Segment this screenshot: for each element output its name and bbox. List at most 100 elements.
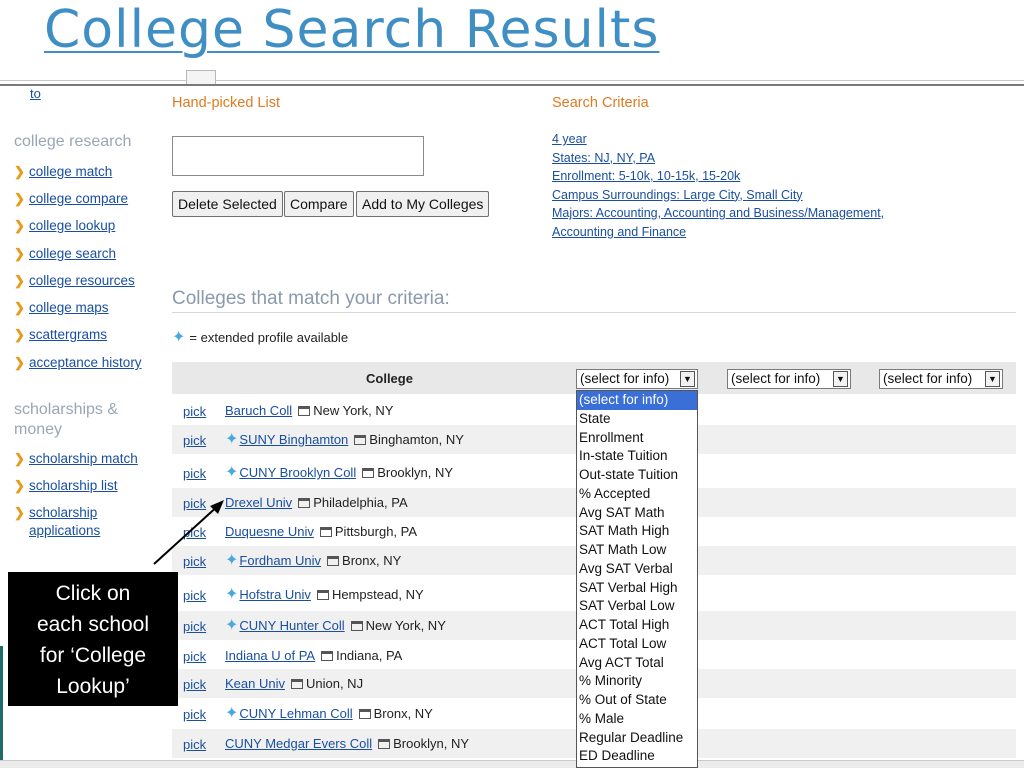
dropdown-option[interactable]: SAT Verbal High: [577, 579, 697, 598]
sidebar-item-label[interactable]: scholarship match: [29, 450, 138, 468]
pick-link[interactable]: pick: [183, 588, 206, 603]
sidebar-item-label[interactable]: college search: [29, 245, 116, 263]
sidebar-item-label[interactable]: college resources: [29, 272, 135, 290]
window-icon[interactable]: [321, 650, 334, 661]
dropdown-option[interactable]: In-state Tuition: [577, 447, 697, 466]
criteria-link-majors[interactable]: Majors: Accounting, Accounting and Busin…: [552, 204, 884, 223]
dropdown-option[interactable]: Avg SAT Verbal: [577, 560, 697, 579]
window-icon[interactable]: [358, 708, 371, 719]
sidebar-item-scholarship-match[interactable]: ❯ scholarship match: [14, 450, 138, 470]
dropdown-option[interactable]: (select for info): [577, 391, 697, 410]
college-name-link[interactable]: CUNY Hunter Coll: [239, 618, 344, 633]
dropdown-option[interactable]: % Minority: [577, 672, 697, 691]
dropdown-option[interactable]: Enrollment: [577, 429, 697, 448]
sidebar-item-label[interactable]: scattergrams: [29, 326, 107, 344]
dropdown-option[interactable]: SAT Verbal Low: [577, 597, 697, 616]
add-to-my-colleges-button[interactable]: Add to My Colleges: [356, 191, 490, 217]
pick-link[interactable]: pick: [183, 466, 206, 481]
college-name-link[interactable]: SUNY Binghamton: [239, 432, 348, 447]
sidebar-item-scholarship-list[interactable]: ❯ scholarship list: [14, 477, 118, 497]
window-icon[interactable]: [316, 589, 329, 600]
college-location: Bronx, NY: [342, 553, 402, 568]
pick-link[interactable]: pick: [183, 433, 206, 448]
info-select-2[interactable]: (select for info) ▼: [727, 369, 851, 389]
info-select-dropdown-list[interactable]: (select for info) State Enrollment In-state…: [576, 390, 698, 768]
info-select-1[interactable]: (select for info) ▼: [576, 369, 698, 389]
triangle-down-icon[interactable]: ▼: [985, 371, 1000, 387]
dropdown-option[interactable]: Regular Deadline: [577, 729, 697, 748]
sidebar-item-college-compare[interactable]: ❯ college compare: [14, 190, 128, 210]
sidebar-item-college-maps[interactable]: ❯ college maps: [14, 299, 109, 319]
sidebar-item-college-lookup[interactable]: ❯ college lookup: [14, 217, 115, 237]
pick-link[interactable]: pick: [183, 737, 206, 752]
handpicked-list-box[interactable]: [172, 136, 424, 176]
college-name-link[interactable]: Fordham Univ: [239, 553, 321, 568]
pick-link[interactable]: pick: [183, 677, 206, 692]
dropdown-option[interactable]: Avg SAT Math: [577, 504, 697, 523]
sidebar-item-label[interactable]: college lookup: [29, 217, 115, 235]
dropdown-option[interactable]: SAT Math High: [577, 522, 697, 541]
triangle-down-icon[interactable]: ▼: [680, 371, 695, 387]
sidebar-item-label[interactable]: scholarship list: [29, 477, 118, 495]
callout-arrow: [153, 500, 224, 565]
criteria-link-enrollment[interactable]: Enrollment: 5-10k, 10-15k, 15-20k: [552, 167, 884, 186]
college-name-link[interactable]: Duquesne Univ: [225, 524, 314, 539]
dropdown-option[interactable]: ACT Total High: [577, 616, 697, 635]
window-icon[interactable]: [290, 678, 303, 689]
window-icon[interactable]: [350, 620, 363, 631]
triangle-down-icon[interactable]: ▼: [833, 371, 848, 387]
sidebar-item-label[interactable]: acceptance history: [29, 354, 142, 372]
sidebar-item-label[interactable]: college match: [29, 163, 112, 181]
college-cell: ✦ CUNY Hunter Coll New York, NY: [225, 617, 446, 633]
window-icon[interactable]: [298, 405, 311, 416]
criteria-link-states[interactable]: States: NJ, NY, PA: [552, 149, 884, 168]
tab-stub[interactable]: [186, 70, 216, 84]
college-name-link[interactable]: CUNY Medgar Evers Coll: [225, 736, 372, 751]
window-icon[interactable]: [362, 467, 375, 478]
info-select-3[interactable]: (select for info) ▼: [879, 369, 1003, 389]
dropdown-option[interactable]: % Male: [577, 710, 697, 729]
dropdown-option[interactable]: ACT Total Low: [577, 635, 697, 654]
pick-link[interactable]: pick: [183, 649, 206, 664]
chevron-right-icon: ❯: [14, 218, 25, 233]
delete-selected-button[interactable]: Delete Selected: [172, 191, 283, 217]
sidebar-top-link[interactable]: to: [30, 86, 41, 101]
sidebar-item-college-match[interactable]: ❯ college match: [14, 163, 112, 183]
pick-link[interactable]: pick: [183, 619, 206, 634]
window-icon[interactable]: [319, 526, 332, 537]
sidebar-item-college-search[interactable]: ❯ college search: [14, 245, 116, 265]
dropdown-option[interactable]: ED Deadline: [577, 747, 697, 766]
window-icon[interactable]: [354, 434, 367, 445]
sidebar-item-label[interactable]: college maps: [29, 299, 109, 317]
pick-link[interactable]: pick: [183, 707, 206, 722]
sidebar-item-label[interactable]: scholarship applications: [29, 504, 129, 540]
dropdown-option[interactable]: % Accepted: [577, 485, 697, 504]
college-name-link[interactable]: Baruch Coll: [225, 403, 292, 418]
sidebar-item-acceptance-history[interactable]: ❯ acceptance history: [14, 354, 142, 374]
sidebar-item-label[interactable]: college compare: [29, 190, 128, 208]
dropdown-option[interactable]: SAT Math Low: [577, 541, 697, 560]
sidebar-item-college-resources[interactable]: ❯ college resources: [14, 272, 135, 292]
college-name-link[interactable]: Indiana U of PA: [225, 648, 315, 663]
college-name-link[interactable]: Hofstra Univ: [239, 587, 311, 602]
college-name-link[interactable]: Drexel Univ: [225, 495, 292, 510]
criteria-link-majors-cont[interactable]: Accounting and Finance: [552, 223, 884, 242]
callout-line: each school: [36, 613, 150, 636]
pick-link[interactable]: pick: [183, 404, 206, 419]
college-cell: ✦ Fordham Univ Bronx, NY: [225, 552, 402, 568]
dropdown-option[interactable]: % Out of State: [577, 691, 697, 710]
dropdown-option[interactable]: Avg ACT Total: [577, 654, 697, 673]
window-icon[interactable]: [298, 497, 311, 508]
dropdown-option[interactable]: State: [577, 410, 697, 429]
college-name-link[interactable]: Kean Univ: [225, 676, 285, 691]
window-icon[interactable]: [327, 555, 340, 566]
sidebar-item-scholarship-applications[interactable]: ❯ scholarship applications: [14, 504, 134, 544]
window-icon[interactable]: [378, 738, 391, 749]
college-name-link[interactable]: CUNY Brooklyn Coll: [239, 465, 356, 480]
compare-button[interactable]: Compare: [284, 191, 354, 217]
criteria-link-campus[interactable]: Campus Surroundings: Large City, Small C…: [552, 186, 884, 205]
dropdown-option[interactable]: Out-state Tuition: [577, 466, 697, 485]
criteria-link-years[interactable]: 4 year: [552, 130, 884, 149]
sidebar-item-scattergrams[interactable]: ❯ scattergrams: [14, 326, 107, 346]
college-name-link[interactable]: CUNY Lehman Coll: [239, 706, 352, 721]
